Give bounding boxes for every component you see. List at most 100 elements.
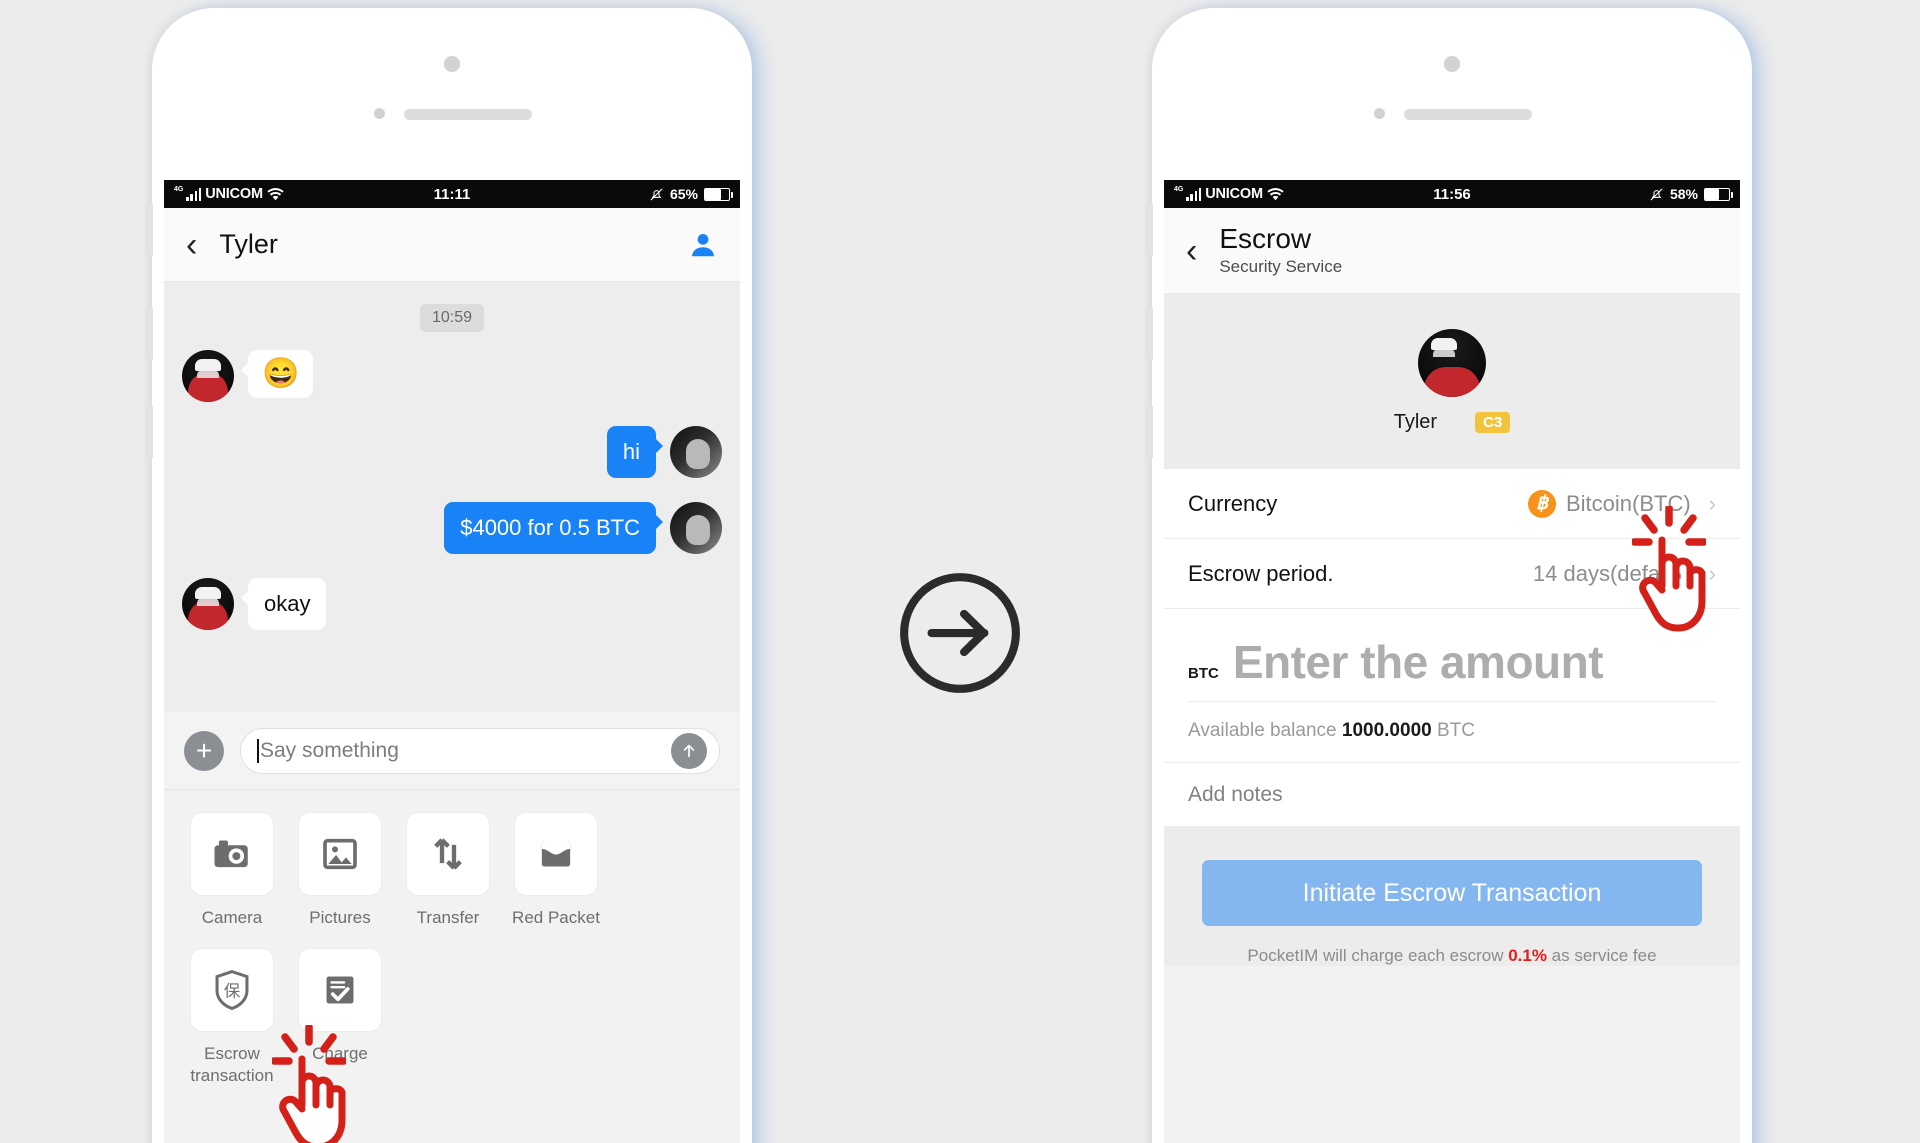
chevron-right-icon: › <box>1708 490 1716 516</box>
mute-bell-icon <box>650 188 663 200</box>
send-button[interactable] <box>671 732 707 769</box>
chat-message-row: $4000 for 0.5 BTC <box>182 502 722 554</box>
wifi-icon <box>267 187 284 200</box>
header-titles: Escrow Security Service <box>1219 224 1342 276</box>
attachment-camera[interactable]: Camera <box>190 812 274 928</box>
plus-icon[interactable]: + <box>184 730 224 771</box>
attachment-label: Red Packet <box>512 908 600 927</box>
currency-row[interactable]: Currency ฿ Bitcoin(BTC) › <box>1164 469 1740 539</box>
amount-placeholder: Enter the amount <box>1232 636 1604 688</box>
status-left-cluster: 4G UNICOM <box>174 186 284 202</box>
signal-bars-icon <box>1186 187 1202 201</box>
message-input-field[interactable]: Say something <box>240 727 720 774</box>
network-type-label: 4G <box>1174 186 1184 193</box>
escrow-period-value-group: 14 days(default) › <box>1533 561 1716 587</box>
message-bubble[interactable]: $4000 for 0.5 BTC <box>444 502 663 554</box>
right-status-bar: 4G UNICOM 11:56 58% <box>1164 180 1740 208</box>
proximity-sensor-icon <box>1374 108 1385 119</box>
carrier-label: UNICOM <box>205 186 263 202</box>
person-icon[interactable] <box>688 230 718 260</box>
chat-timestamp: 10:59 <box>419 304 485 332</box>
chat-message-row: hi <box>182 426 722 478</box>
attachment-panel: Camera Pictures Transfer Red Packet 保 Es… <box>164 790 740 1086</box>
message-bubble[interactable]: hi <box>606 426 664 478</box>
attachment-label: Charge <box>312 1044 368 1064</box>
red-packet-icon <box>541 841 571 867</box>
fee-prefix: PocketIM will charge each escrow <box>1247 946 1509 965</box>
attachment-tile <box>298 948 382 1033</box>
transfer-icon <box>434 838 462 870</box>
message-input-placeholder: Say something <box>260 738 399 762</box>
back-button[interactable]: ‹ <box>1186 234 1197 268</box>
attachment-label: Escrow transaction <box>190 1044 274 1085</box>
notes-placeholder: Add notes <box>1188 782 1283 806</box>
wifi-icon <box>1267 187 1284 200</box>
screenshot-canvas: 4G UNICOM 11:11 65% ‹ Tyler 10:59 😄 hi $… <box>0 0 1920 1143</box>
chat-message-list[interactable]: 10:59 😄 hi $4000 for 0.5 BTC okay <box>164 282 740 712</box>
chat-header: ‹ Tyler <box>164 208 740 282</box>
counterparty-profile: Tyler C3 <box>1164 294 1740 469</box>
amount-entry-block: BTC Enter the amount Available balance 1… <box>1164 609 1740 762</box>
message-bubble[interactable]: okay <box>240 578 327 630</box>
attachment-escrow-transaction[interactable]: 保 Escrow transaction <box>190 948 274 1086</box>
escrow-period-value: 14 days(default) <box>1532 560 1691 586</box>
counterparty-name: Tyler <box>1393 411 1438 433</box>
volume-down-button[interactable] <box>145 308 153 360</box>
escrow-footer: Initiate Escrow Transaction PocketIM wil… <box>1164 826 1740 966</box>
power-button[interactable] <box>145 406 153 458</box>
attachment-pictures[interactable]: Pictures <box>298 812 382 928</box>
attachment-red-packet[interactable]: Red Packet <box>512 812 600 928</box>
volume-up-button[interactable] <box>145 204 153 256</box>
status-badge: C3 <box>1475 412 1511 433</box>
currency-label: Currency <box>1188 490 1278 516</box>
fee-suffix: as service fee <box>1546 946 1657 965</box>
chat-message-row: 😄 <box>182 350 722 402</box>
attachment-label: Transfer <box>416 908 480 927</box>
attachment-charge[interactable]: Charge <box>298 948 382 1086</box>
network-type-label: 4G <box>174 186 184 193</box>
attachment-tile: 保 <box>190 948 274 1033</box>
avatar[interactable] <box>182 350 234 402</box>
mute-bell-icon <box>1650 188 1663 200</box>
left-phone-device: 4G UNICOM 11:11 65% ‹ Tyler 10:59 😄 hi $… <box>145 8 752 1143</box>
avatar[interactable] <box>670 502 722 554</box>
escrow-period-row[interactable]: Escrow period. 14 days(default) › <box>1164 539 1740 609</box>
fee-rate: 0.1% <box>1508 946 1547 965</box>
battery-icon <box>704 187 733 201</box>
transition-arrow <box>895 568 1025 703</box>
notes-input[interactable]: Add notes <box>1164 762 1740 826</box>
profile-name-row: Tyler C3 <box>1394 411 1511 434</box>
left-phone-screen: 4G UNICOM 11:11 65% ‹ Tyler 10:59 😄 hi $… <box>164 180 740 1143</box>
avatar[interactable] <box>670 426 722 478</box>
attachment-transfer[interactable]: Transfer <box>406 812 490 928</box>
volume-up-button[interactable] <box>1145 204 1153 256</box>
proximity-sensor-icon <box>374 108 385 119</box>
chat-title: Tyler <box>219 229 278 259</box>
balance-label: Available balance <box>1188 720 1337 741</box>
battery-percent-label: 58% <box>1669 186 1698 202</box>
escrow-shield-glyph: 保 <box>224 982 241 1001</box>
status-left-cluster: 4G UNICOM <box>1174 186 1284 202</box>
attachment-tile <box>514 812 598 896</box>
avatar[interactable] <box>1418 329 1486 397</box>
balance-unit: BTC <box>1437 720 1475 741</box>
circle-arrow-right-icon <box>900 573 1020 693</box>
camera-icon <box>214 840 248 868</box>
amount-unit-label: BTC <box>1188 665 1219 682</box>
volume-down-button[interactable] <box>1145 308 1153 360</box>
attachment-label: Camera <box>201 908 263 927</box>
message-bubble[interactable]: 😄 <box>240 350 314 398</box>
carrier-label: UNICOM <box>1205 186 1263 202</box>
escrow-header: ‹ Escrow Security Service <box>1164 208 1740 294</box>
currency-value: Bitcoin(BTC) <box>1565 490 1691 516</box>
attachment-row: 保 Escrow transaction Charge <box>190 948 714 1086</box>
earpiece-speaker <box>404 109 532 120</box>
initiate-escrow-button[interactable]: Initiate Escrow Transaction <box>1202 860 1702 926</box>
message-input-bar: + Say something <box>164 712 740 790</box>
status-right-cluster: 65% <box>649 186 733 202</box>
page-subtitle: Security Service <box>1219 256 1343 276</box>
avatar[interactable] <box>182 578 234 630</box>
power-button[interactable] <box>1145 406 1153 458</box>
amount-input[interactable]: BTC Enter the amount <box>1188 635 1716 702</box>
back-button[interactable]: ‹ <box>186 228 197 262</box>
